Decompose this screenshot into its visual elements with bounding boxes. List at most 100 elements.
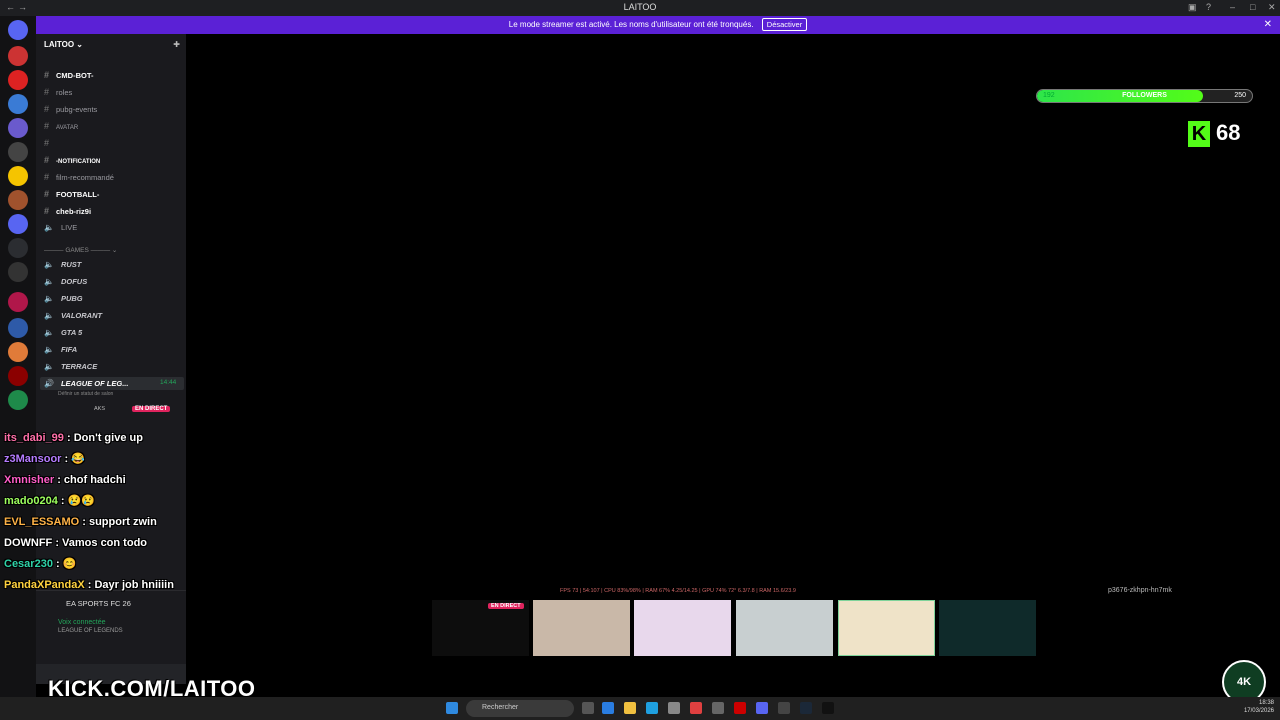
speaker-icon: 🔈 [44, 362, 54, 371]
chat-message: Cesar230 : 😊 [4, 554, 194, 575]
chat-message: EVL_ESSAMO : support zwin [4, 512, 194, 533]
chat-username: z3Mansoor [4, 453, 62, 465]
webcam-feed [533, 600, 630, 656]
followers-goal: 250 [1234, 92, 1246, 99]
hash-icon: # [44, 172, 50, 182]
chat-username: Xmnisher [4, 474, 55, 486]
minimize-icon[interactable]: – [1230, 2, 1235, 12]
speaker-icon: 🔈 [44, 223, 54, 232]
discord-icon[interactable] [756, 702, 768, 714]
server-icon[interactable] [8, 214, 28, 234]
channel-item[interactable]: # cheb-riz9i [44, 206, 91, 216]
app-icon[interactable] [822, 702, 834, 714]
server-icon[interactable] [8, 342, 28, 362]
maximize-icon[interactable]: □ [1250, 2, 1255, 12]
server-icon[interactable] [8, 390, 28, 410]
webcam-feed [736, 600, 833, 656]
banner-close-icon[interactable]: ✕ [1264, 16, 1272, 34]
server-icon[interactable] [8, 190, 28, 210]
app-icon[interactable] [712, 702, 724, 714]
channel-item[interactable]: # film-recommandé [44, 172, 114, 182]
taskbar-search[interactable]: Rechercher [466, 700, 574, 717]
server-icon[interactable] [8, 292, 28, 312]
system-clock[interactable]: 18:38 17/03/2026 [1244, 699, 1274, 715]
voice-timer: 14:44 [160, 379, 177, 386]
streamer-mode-banner: Le mode streamer est activé. Les noms d'… [36, 16, 1280, 34]
voice-member[interactable]: AKS [94, 406, 105, 412]
chat-username: EVL_ESSAMO [4, 516, 80, 528]
kick-logo-icon: K [1188, 121, 1210, 148]
server-icon[interactable] [8, 118, 28, 138]
chat-message: Xmnisher : chof hadchi [4, 470, 194, 491]
server-name[interactable]: LAITOO ⌄ [44, 40, 83, 49]
voice-channel-item[interactable]: 🔈 RUST [44, 260, 81, 269]
start-icon[interactable] [446, 702, 458, 714]
chat-text: : Dayr job hniiiin [87, 579, 174, 591]
chat-username: DOWNFF [4, 537, 53, 549]
discord-home-icon[interactable] [8, 20, 28, 40]
channel-item[interactable]: # CMD-BOT- [44, 70, 94, 80]
chat-text: : Vamos con todo [55, 537, 148, 549]
deactivate-button[interactable]: Désactiver [761, 18, 808, 31]
server-icon[interactable] [8, 94, 28, 114]
steam-icon[interactable] [800, 702, 812, 714]
clock-time: 18:38 [1258, 700, 1274, 706]
invite-user-icon[interactable]: ✚ [173, 40, 180, 49]
server-icon[interactable] [8, 238, 28, 258]
live-badge: EN DIRECT [132, 406, 171, 412]
hash-icon: # [44, 70, 50, 80]
channel-item[interactable]: # -NOTIFICATION [44, 155, 100, 165]
app-icon[interactable] [668, 702, 680, 714]
performance-stats: FPS 73 | 54:107 | CPU 83%/98% | RAM 67% … [560, 588, 796, 594]
file-explorer-icon[interactable] [624, 702, 636, 714]
game-activity: EA SPORTS FC 26 [66, 599, 131, 608]
inbox-icon[interactable]: ▣ [1188, 2, 1197, 13]
webcam-live-badge: EN DIRECT [488, 603, 524, 609]
channel-item[interactable]: # roles [44, 87, 72, 97]
server-icon[interactable] [8, 70, 28, 90]
channel-item[interactable]: # FOOTBALL- [44, 189, 99, 199]
obs-icon[interactable] [778, 702, 790, 714]
voice-status-hint[interactable]: Définir un statut de salon [58, 391, 113, 397]
webcam-feed [838, 600, 935, 656]
channel-item[interactable]: # [44, 138, 56, 148]
chat-message: PandaXPandaX : Dayr job hniiiin [4, 575, 194, 596]
server-icon[interactable] [8, 142, 28, 162]
server-icon[interactable] [8, 46, 28, 66]
edge-icon[interactable] [646, 702, 658, 714]
task-view-icon[interactable] [582, 702, 594, 714]
channel-item[interactable]: # pubg-events [44, 104, 97, 114]
voice-connection-panel: Voix connectée LEAGUE OF LEGENDS [36, 614, 186, 664]
server-icon[interactable] [8, 318, 28, 338]
category-header[interactable]: ——— GAMES ——— ⌄ [44, 246, 117, 254]
title-bar: ← → LAITOO ▣ ? – □ ✕ [0, 0, 1280, 16]
chat-text: : support zwin [82, 516, 157, 528]
app-icon[interactable] [602, 702, 614, 714]
voice-channel-item[interactable]: 🔈 GTA 5 [44, 328, 82, 337]
active-voice-channel-label[interactable]: 🔊 LEAGUE OF LEG... [44, 379, 128, 388]
viewer-count: 68 [1216, 120, 1241, 145]
close-window-icon[interactable]: ✕ [1268, 2, 1276, 13]
help-icon[interactable]: ? [1206, 2, 1211, 12]
voice-channel-item[interactable]: 🔈 FIFA [44, 345, 77, 354]
voice-connected-channel[interactable]: LEAGUE OF LEGENDS [58, 628, 123, 634]
speaker-icon: 🔈 [44, 294, 54, 303]
server-rail [0, 16, 36, 700]
chrome-icon[interactable] [690, 702, 702, 714]
followers-label: FOLLOWERS [1122, 92, 1167, 99]
hash-icon: # [44, 104, 50, 114]
app-icon[interactable] [734, 702, 746, 714]
voice-channel-item[interactable]: 🔈 VALORANT [44, 311, 102, 320]
server-icon[interactable] [8, 166, 28, 186]
voice-channel-item[interactable]: 🔈 LIVE [44, 223, 77, 232]
server-icon[interactable] [8, 262, 28, 282]
voice-channel-item[interactable]: 🔈 PUBG [44, 294, 83, 303]
speaker-icon: 🔈 [44, 311, 54, 320]
chat-text: : Don't give up [66, 432, 143, 444]
channel-item[interactable]: # AVATAR [44, 121, 78, 131]
voice-channel-item[interactable]: 🔈 DOFUS [44, 277, 87, 286]
chat-message: its_dabi_99 : Don't give up [4, 428, 194, 449]
search-placeholder: Rechercher [482, 704, 519, 711]
voice-channel-item[interactable]: 🔈 TERRACE [44, 362, 97, 371]
server-icon[interactable] [8, 366, 28, 386]
